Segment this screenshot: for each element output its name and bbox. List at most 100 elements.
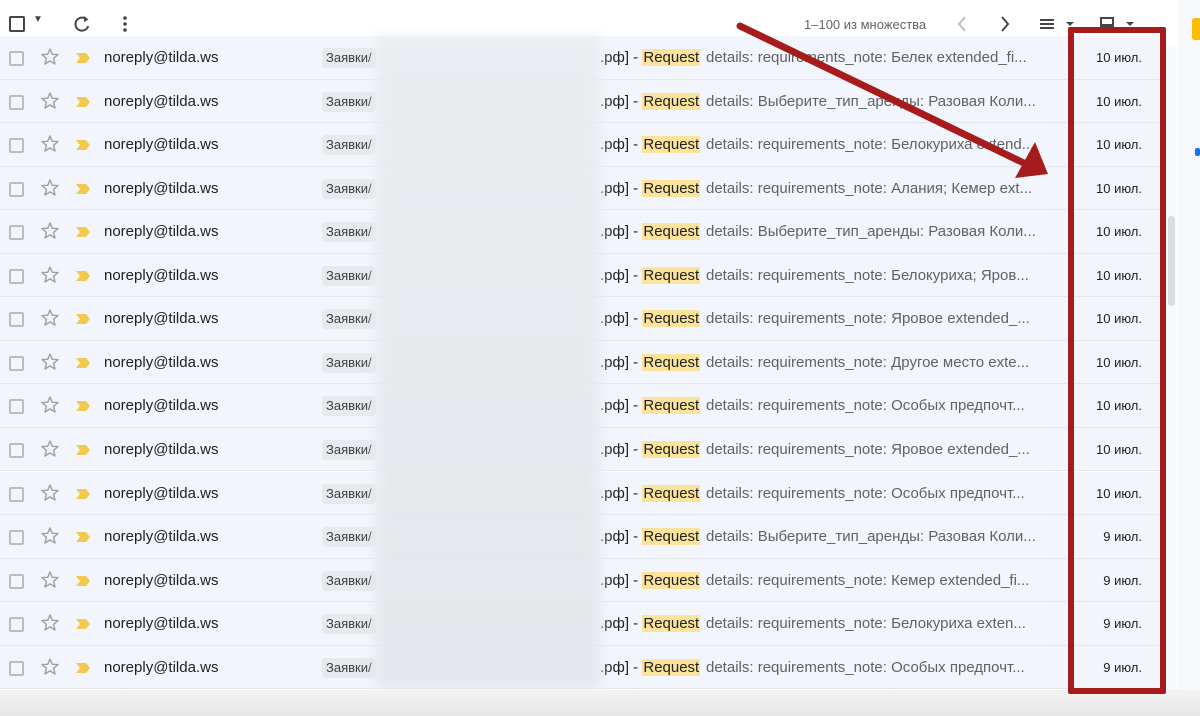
row-keyword: Request — [642, 49, 701, 66]
refresh-icon[interactable] — [72, 12, 92, 36]
star-icon[interactable] — [40, 47, 60, 67]
star-icon[interactable] — [40, 483, 60, 503]
row-checkbox[interactable] — [9, 225, 24, 241]
annotation-rectangle — [1068, 27, 1166, 694]
row-subject: .рф] - Request — [600, 658, 701, 676]
row-subject: .рф] - Request — [600, 353, 701, 371]
important-marker-icon[interactable] — [75, 575, 91, 587]
row-checkbox[interactable] — [9, 442, 24, 458]
star-icon[interactable] — [40, 134, 60, 154]
row-keyword: Request — [642, 615, 701, 633]
row-snippet: details: requirements_note: Белокуриха e… — [706, 615, 1026, 633]
row-subject-tail: .рф] - — [600, 484, 643, 502]
row-label: Заявки/ — [322, 352, 376, 373]
row-checkbox[interactable] — [9, 617, 24, 633]
important-marker-icon[interactable] — [75, 618, 91, 630]
row-sender: noreply@tilda.ws — [104, 397, 219, 415]
row-subject-tail: .рф] - — [600, 528, 643, 546]
star-icon[interactable] — [40, 308, 60, 328]
scrollbar-thumb[interactable] — [1168, 216, 1175, 306]
row-sender: noreply@tilda.ws — [104, 266, 219, 284]
row-snippet: details: Выберите_тип_аренды: Разовая Ко… — [706, 223, 1036, 241]
important-marker-icon[interactable] — [75, 226, 91, 238]
star-icon[interactable] — [40, 570, 60, 590]
important-marker-icon[interactable] — [75, 313, 91, 325]
important-marker-icon[interactable] — [75, 52, 91, 64]
redacted-region — [375, 36, 601, 688]
row-subject: .рф] - Request — [600, 92, 701, 110]
row-checkbox[interactable] — [9, 94, 24, 110]
important-marker-icon[interactable] — [75, 531, 91, 543]
row-label: Заявки/ — [322, 527, 376, 548]
star-icon[interactable] — [40, 352, 60, 372]
important-marker-icon[interactable] — [75, 662, 91, 674]
star-icon[interactable] — [40, 395, 60, 415]
important-marker-icon[interactable] — [75, 444, 91, 456]
row-subject: .рф] - Request — [600, 484, 701, 502]
row-checkbox[interactable] — [9, 51, 24, 66]
important-marker-icon[interactable] — [75, 139, 91, 151]
star-icon[interactable] — [40, 221, 60, 241]
row-checkbox[interactable] — [9, 355, 24, 371]
row-sender: noreply@tilda.ws — [104, 310, 219, 328]
row-checkbox[interactable] — [9, 399, 24, 415]
row-snippet: details: requirements_note: Яровое exten… — [706, 440, 1030, 458]
row-snippet: details: requirements_note: Другое место… — [706, 353, 1030, 371]
row-keyword: Request — [642, 440, 701, 458]
row-subject: .рф] - Request — [600, 223, 701, 241]
important-marker-icon[interactable] — [75, 488, 91, 500]
star-icon[interactable] — [40, 91, 60, 111]
row-subject: .рф] - Request — [600, 266, 701, 284]
row-keyword: Request — [642, 658, 701, 676]
row-keyword: Request — [642, 92, 701, 110]
star-icon[interactable] — [40, 178, 60, 198]
keep-icon[interactable] — [1192, 18, 1200, 40]
row-snippet: details: requirements_note: Яровое exten… — [706, 310, 1030, 328]
row-sender: noreply@tilda.ws — [104, 49, 219, 66]
row-keyword: Request — [642, 353, 701, 371]
star-icon[interactable] — [40, 657, 60, 677]
important-marker-icon[interactable] — [75, 96, 91, 108]
row-label: Заявки/ — [322, 91, 376, 112]
row-checkbox[interactable] — [9, 573, 24, 589]
row-subject-tail: .рф] - — [600, 266, 643, 284]
select-all-checkbox[interactable] — [9, 16, 25, 32]
row-checkbox[interactable] — [9, 660, 24, 676]
important-marker-icon[interactable] — [75, 357, 91, 369]
row-keyword: Request — [642, 571, 701, 589]
row-checkbox[interactable] — [9, 312, 24, 328]
row-sender: noreply@tilda.ws — [104, 223, 219, 241]
row-sender: noreply@tilda.ws — [104, 484, 219, 502]
important-marker-icon[interactable] — [75, 270, 91, 282]
row-subject-tail: .рф] - — [600, 49, 643, 66]
scrollbar-track[interactable] — [1166, 46, 1177, 706]
row-subject: .рф] - Request — [600, 571, 701, 589]
row-keyword: Request — [642, 310, 701, 328]
important-marker-icon[interactable] — [75, 183, 91, 195]
row-subject: .рф] - Request — [600, 615, 701, 633]
tasks-icon[interactable] — [1195, 148, 1200, 156]
row-subject-tail: .рф] - — [600, 310, 643, 328]
star-icon[interactable] — [40, 526, 60, 546]
row-checkbox[interactable] — [9, 138, 24, 154]
side-panel — [1178, 0, 1200, 716]
row-sender: noreply@tilda.ws — [104, 440, 219, 458]
important-marker-icon[interactable] — [75, 400, 91, 412]
more-vert-icon[interactable] — [117, 12, 133, 36]
row-subject-tail: .рф] - — [600, 136, 643, 154]
row-label: Заявки/ — [322, 614, 376, 635]
row-checkbox[interactable] — [9, 181, 24, 197]
row-keyword: Request — [642, 397, 701, 415]
row-sender: noreply@tilda.ws — [104, 615, 219, 633]
annotation-arrow — [736, 22, 1048, 178]
row-checkbox[interactable] — [9, 530, 24, 546]
star-icon[interactable] — [40, 613, 60, 633]
row-checkbox[interactable] — [9, 268, 24, 284]
chevron-down-icon[interactable]: ▼ — [33, 14, 43, 25]
row-sender: noreply@tilda.ws — [104, 571, 219, 589]
star-icon[interactable] — [40, 439, 60, 459]
row-label: Заявки/ — [322, 309, 376, 330]
row-label: Заявки/ — [322, 657, 376, 678]
row-checkbox[interactable] — [9, 486, 24, 502]
star-icon[interactable] — [40, 265, 60, 285]
